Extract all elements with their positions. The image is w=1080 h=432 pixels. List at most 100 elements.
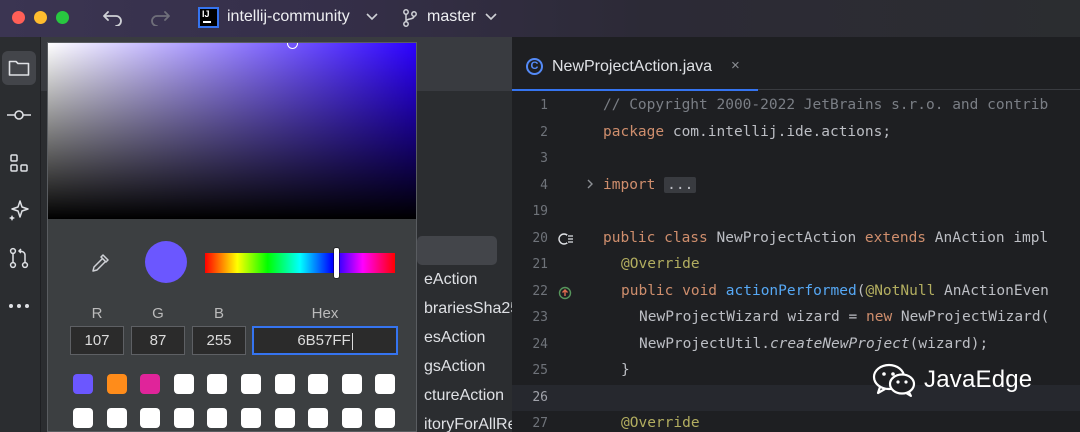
redo-button[interactable]: [147, 6, 173, 30]
code-line[interactable]: 22 public void actionPerformed(@NotNull …: [512, 279, 1080, 305]
r-label: R: [91, 305, 103, 322]
fold-expand-icon[interactable]: [586, 178, 594, 190]
project-tree-item[interactable]: gsAction: [424, 358, 512, 376]
color-swatch[interactable]: [207, 374, 228, 394]
color-swatch[interactable]: [173, 408, 194, 428]
code-line[interactable]: 23 NewProjectWizard wizard = new NewProj…: [512, 305, 1080, 331]
close-window-button[interactable]: [12, 11, 25, 24]
code-line[interactable]: 27 @Override: [512, 411, 1080, 432]
g-label: G: [152, 305, 164, 322]
code-line[interactable]: 21 @Override: [512, 252, 1080, 278]
branch-icon: [403, 9, 417, 27]
color-swatch[interactable]: [341, 374, 362, 394]
project-tree-item[interactable]: itoryForAllRe: [424, 416, 512, 432]
saturation-brightness-area[interactable]: [48, 43, 416, 219]
run-gutter-icon[interactable]: [558, 232, 574, 246]
folder-icon: [8, 60, 30, 76]
project-tree-item[interactable]: eAction: [424, 271, 512, 289]
ai-assistant-icon: [9, 200, 29, 221]
color-swatch[interactable]: [308, 408, 329, 428]
code-text: @Override: [621, 256, 700, 272]
code-line[interactable]: 4 import ...: [512, 173, 1080, 199]
selected-tree-row[interactable]: [417, 236, 497, 265]
project-tree-item[interactable]: esAction: [424, 329, 512, 347]
undo-icon: [103, 11, 122, 26]
saturation-brightness-cursor[interactable]: [287, 43, 298, 49]
color-picker-popup: R G B Hex 107 87 255 6B57FF: [47, 42, 417, 432]
chevron-down-icon[interactable]: [366, 12, 378, 22]
project-tree-item[interactable]: ctureAction: [424, 387, 512, 405]
code-line[interactable]: 19: [512, 199, 1080, 225]
structure-tool-button[interactable]: [2, 146, 36, 180]
chevron-down-icon[interactable]: [485, 12, 497, 22]
code-text: NewProjectWizard wizard = new NewProject…: [639, 309, 1050, 325]
line-number: 4: [540, 177, 548, 193]
red-input[interactable]: 107: [70, 326, 124, 355]
code-text: public void actionPerformed(@NotNull AnA…: [621, 282, 1049, 299]
color-swatch[interactable]: [140, 374, 161, 394]
pull-requests-icon: [9, 247, 29, 269]
commit-tool-button[interactable]: [2, 98, 36, 132]
code-line[interactable]: 24 NewProjectUtil.createNewProject(wizar…: [512, 332, 1080, 358]
line-number: 26: [532, 389, 548, 405]
color-swatch[interactable]: [207, 408, 228, 428]
hue-slider-thumb[interactable]: [334, 248, 340, 278]
editor-tab[interactable]: C NewProjectAction.java ×: [512, 37, 758, 91]
tab-close-button[interactable]: ×: [731, 57, 740, 74]
folded-region[interactable]: ...: [664, 176, 697, 193]
color-swatch[interactable]: [341, 408, 362, 428]
code-line[interactable]: 1 // Copyright 2000-2022 JetBrains s.r.o…: [512, 93, 1080, 119]
line-number: 22: [532, 283, 548, 299]
more-tools-button[interactable]: [2, 289, 36, 323]
minimize-window-button[interactable]: [34, 11, 47, 24]
tab-label: NewProjectAction.java: [552, 58, 713, 75]
branch-name[interactable]: master: [427, 8, 476, 26]
color-swatch[interactable]: [241, 408, 261, 428]
hex-label: Hex: [311, 305, 339, 322]
color-swatch[interactable]: [140, 408, 161, 428]
color-preview: [145, 241, 187, 283]
blue-input[interactable]: 255: [192, 326, 246, 355]
color-swatch[interactable]: [73, 374, 93, 394]
color-swatch[interactable]: [274, 408, 295, 428]
line-number: 3: [540, 151, 548, 166]
hex-input[interactable]: 6B57FF: [252, 326, 398, 355]
project-tree-item[interactable]: brariesSha256: [424, 300, 512, 318]
zoom-window-button[interactable]: [56, 11, 69, 24]
eyedropper-button[interactable]: [89, 252, 111, 274]
color-swatch[interactable]: [73, 408, 93, 428]
color-swatch[interactable]: [375, 408, 396, 428]
more-icon: [9, 304, 29, 308]
override-gutter-icon[interactable]: [558, 285, 574, 301]
green-input[interactable]: 87: [131, 326, 185, 355]
pull-requests-tool-button[interactable]: [2, 241, 36, 275]
b-label: B: [213, 305, 224, 322]
tool-window-strip: [0, 37, 41, 432]
color-swatch[interactable]: [106, 374, 127, 394]
undo-button[interactable]: [100, 6, 126, 30]
watermark: JavaEdge: [872, 362, 1032, 398]
color-swatch[interactable]: [241, 374, 261, 394]
color-swatch[interactable]: [106, 408, 127, 428]
code-line[interactable]: 2 package com.intellij.ide.actions;: [512, 120, 1080, 146]
editor-tab-bar: C NewProjectAction.java ×: [512, 37, 1080, 91]
color-swatch[interactable]: [274, 374, 295, 394]
structure-icon: [10, 154, 28, 172]
watermark-text: JavaEdge: [924, 366, 1033, 393]
hue-slider[interactable]: [205, 253, 395, 273]
line-number: 25: [532, 363, 548, 378]
project-tool-button[interactable]: [2, 51, 36, 85]
wechat-logo-icon: [872, 363, 916, 397]
color-swatch[interactable]: [375, 374, 396, 394]
eyedropper-icon: [92, 254, 109, 272]
java-class-icon: C: [526, 58, 543, 75]
ai-assistant-tool-button[interactable]: [2, 193, 36, 227]
color-swatch[interactable]: [173, 374, 194, 394]
code-line[interactable]: 3: [512, 146, 1080, 172]
project-logo-icon[interactable]: IJ: [198, 7, 219, 28]
color-swatch[interactable]: [308, 374, 329, 394]
project-name[interactable]: intellij-community: [227, 8, 350, 26]
active-tab-indicator: [512, 89, 758, 91]
code-line[interactable]: 20 public class NewProjectAction extends…: [512, 226, 1080, 252]
line-number: 27: [532, 416, 548, 431]
